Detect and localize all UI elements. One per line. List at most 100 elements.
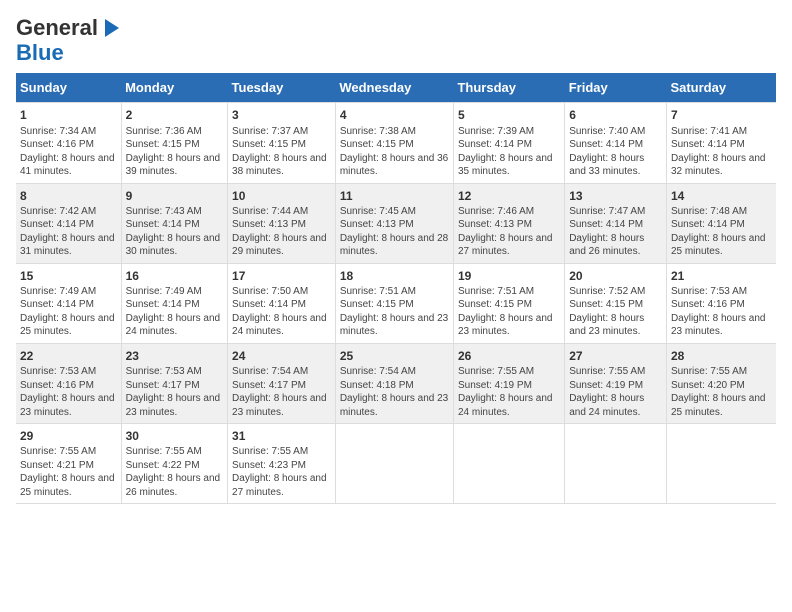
calendar-cell: 8Sunrise: 7:42 AMSunset: 4:14 PMDaylight… [16, 183, 121, 263]
calendar-cell [335, 424, 453, 504]
calendar-cell: 30Sunrise: 7:55 AMSunset: 4:22 PMDayligh… [121, 424, 227, 504]
logo: General Blue [16, 16, 121, 65]
calendar-cell: 10Sunrise: 7:44 AMSunset: 4:13 PMDayligh… [228, 183, 336, 263]
calendar-table: SundayMondayTuesdayWednesdayThursdayFrid… [16, 73, 776, 504]
day-info: Sunrise: 7:52 AMSunset: 4:15 PMDaylight:… [569, 285, 662, 339]
calendar-cell: 18Sunrise: 7:51 AMSunset: 4:15 PMDayligh… [335, 263, 453, 343]
calendar-header-row: SundayMondayTuesdayWednesdayThursdayFrid… [16, 73, 776, 103]
logo-text: General Blue [16, 16, 121, 65]
day-info: Sunrise: 7:47 AMSunset: 4:14 PMDaylight:… [569, 205, 662, 259]
day-number: 12 [458, 188, 560, 204]
day-number: 27 [569, 348, 662, 364]
day-info: Sunrise: 7:43 AMSunset: 4:14 PMDaylight:… [126, 205, 223, 259]
day-info: Sunrise: 7:50 AMSunset: 4:14 PMDaylight:… [232, 285, 331, 339]
day-info: Sunrise: 7:55 AMSunset: 4:19 PMDaylight:… [569, 365, 662, 419]
day-number: 17 [232, 268, 331, 284]
calendar-cell: 31Sunrise: 7:55 AMSunset: 4:23 PMDayligh… [228, 424, 336, 504]
day-number: 4 [340, 107, 449, 123]
day-number: 16 [126, 268, 223, 284]
logo-icon [99, 17, 121, 39]
calendar-week-row: 8Sunrise: 7:42 AMSunset: 4:14 PMDaylight… [16, 183, 776, 263]
page-header: General Blue [16, 16, 776, 65]
calendar-cell: 13Sunrise: 7:47 AMSunset: 4:14 PMDayligh… [565, 183, 667, 263]
day-number: 9 [126, 188, 223, 204]
calendar-cell: 9Sunrise: 7:43 AMSunset: 4:14 PMDaylight… [121, 183, 227, 263]
calendar-cell: 25Sunrise: 7:54 AMSunset: 4:18 PMDayligh… [335, 343, 453, 423]
day-number: 1 [20, 107, 117, 123]
day-number: 23 [126, 348, 223, 364]
calendar-cell: 2 Sunrise: 7:36 AMSunset: 4:15 PMDaylight… [121, 103, 227, 183]
day-info: Sunrise: 7:55 AMSunset: 4:19 PMDaylight:… [458, 365, 560, 419]
calendar-cell: 1Sunrise: 7:34 AMSunset: 4:16 PMDaylight… [16, 103, 121, 183]
calendar-cell: 22Sunrise: 7:53 AMSunset: 4:16 PMDayligh… [16, 343, 121, 423]
calendar-cell: 14Sunrise: 7:48 AMSunset: 4:14 PMDayligh… [666, 183, 776, 263]
calendar-cell: 7 Sunrise: 7:41 AMSunset: 4:14 PMDaylight… [666, 103, 776, 183]
calendar-week-row: 15Sunrise: 7:49 AMSunset: 4:14 PMDayligh… [16, 263, 776, 343]
day-info: Sunrise: 7:51 AMSunset: 4:15 PMDaylight:… [340, 285, 449, 339]
day-number: 15 [20, 268, 117, 284]
day-info: Sunrise: 7:54 AMSunset: 4:18 PMDaylight:… [340, 365, 449, 419]
day-number: 30 [126, 428, 223, 444]
calendar-cell: 15Sunrise: 7:49 AMSunset: 4:14 PMDayligh… [16, 263, 121, 343]
col-header-friday: Friday [565, 73, 667, 103]
calendar-week-row: 1Sunrise: 7:34 AMSunset: 4:16 PMDaylight… [16, 103, 776, 183]
day-info: Sunrise: 7:53 AMSunset: 4:16 PMDaylight:… [671, 285, 772, 339]
calendar-cell: 17Sunrise: 7:50 AMSunset: 4:14 PMDayligh… [228, 263, 336, 343]
day-number: 20 [569, 268, 662, 284]
day-info: Sunrise: 7:36 AMSunset: 4:15 PMDaylight:… [126, 125, 223, 179]
calendar-cell: 28Sunrise: 7:55 AMSunset: 4:20 PMDayligh… [666, 343, 776, 423]
day-number: 13 [569, 188, 662, 204]
day-info: Sunrise: 7:42 AMSunset: 4:14 PMDaylight:… [20, 205, 117, 259]
day-info: Sunrise: 7:45 AMSunset: 4:13 PMDaylight:… [340, 205, 449, 259]
calendar-cell: 23Sunrise: 7:53 AMSunset: 4:17 PMDayligh… [121, 343, 227, 423]
calendar-cell: 5 Sunrise: 7:39 AMSunset: 4:14 PMDaylight… [453, 103, 564, 183]
day-number: 11 [340, 188, 449, 204]
day-info: Sunrise: 7:44 AMSunset: 4:13 PMDaylight:… [232, 205, 331, 259]
calendar-week-row: 22Sunrise: 7:53 AMSunset: 4:16 PMDayligh… [16, 343, 776, 423]
day-info: Sunrise: 7:51 AMSunset: 4:15 PMDaylight:… [458, 285, 560, 339]
day-number: 2 [126, 107, 223, 123]
day-number: 10 [232, 188, 331, 204]
calendar-cell: 20Sunrise: 7:52 AMSunset: 4:15 PMDayligh… [565, 263, 667, 343]
day-number: 26 [458, 348, 560, 364]
day-info: Sunrise: 7:49 AMSunset: 4:14 PMDaylight:… [126, 285, 223, 339]
day-info: Sunrise: 7:49 AMSunset: 4:14 PMDaylight:… [20, 285, 117, 339]
day-number: 6 [569, 107, 662, 123]
calendar-cell: 12Sunrise: 7:46 AMSunset: 4:13 PMDayligh… [453, 183, 564, 263]
day-number: 7 [671, 107, 772, 123]
calendar-cell: 19Sunrise: 7:51 AMSunset: 4:15 PMDayligh… [453, 263, 564, 343]
day-info: Sunrise: 7:55 AMSunset: 4:22 PMDaylight:… [126, 445, 223, 499]
calendar-cell: 24Sunrise: 7:54 AMSunset: 4:17 PMDayligh… [228, 343, 336, 423]
calendar-cell [565, 424, 667, 504]
day-number: 25 [340, 348, 449, 364]
logo-blue: Blue [16, 40, 64, 65]
day-number: 3 [232, 107, 331, 123]
day-number: 14 [671, 188, 772, 204]
day-info: Sunrise: 7:39 AMSunset: 4:14 PMDaylight:… [458, 125, 560, 179]
col-header-sunday: Sunday [16, 73, 121, 103]
col-header-tuesday: Tuesday [228, 73, 336, 103]
logo-general: General [16, 15, 98, 40]
calendar-cell: 11Sunrise: 7:45 AMSunset: 4:13 PMDayligh… [335, 183, 453, 263]
day-info: Sunrise: 7:53 AMSunset: 4:16 PMDaylight:… [20, 365, 117, 419]
calendar-cell: 4 Sunrise: 7:38 AMSunset: 4:15 PMDaylight… [335, 103, 453, 183]
calendar-cell: 21Sunrise: 7:53 AMSunset: 4:16 PMDayligh… [666, 263, 776, 343]
day-info: Sunrise: 7:53 AMSunset: 4:17 PMDaylight:… [126, 365, 223, 419]
day-number: 22 [20, 348, 117, 364]
col-header-saturday: Saturday [666, 73, 776, 103]
day-number: 31 [232, 428, 331, 444]
day-info: Sunrise: 7:41 AMSunset: 4:14 PMDaylight:… [671, 125, 772, 179]
calendar-cell: 29Sunrise: 7:55 AMSunset: 4:21 PMDayligh… [16, 424, 121, 504]
calendar-week-row: 29Sunrise: 7:55 AMSunset: 4:21 PMDayligh… [16, 424, 776, 504]
calendar-cell: 16Sunrise: 7:49 AMSunset: 4:14 PMDayligh… [121, 263, 227, 343]
day-info: Sunrise: 7:55 AMSunset: 4:20 PMDaylight:… [671, 365, 772, 419]
day-number: 5 [458, 107, 560, 123]
day-info: Sunrise: 7:38 AMSunset: 4:15 PMDaylight:… [340, 125, 449, 179]
calendar-cell [453, 424, 564, 504]
day-number: 24 [232, 348, 331, 364]
day-info: Sunrise: 7:54 AMSunset: 4:17 PMDaylight:… [232, 365, 331, 419]
day-info: Sunrise: 7:48 AMSunset: 4:14 PMDaylight:… [671, 205, 772, 259]
day-info: Sunrise: 7:37 AMSunset: 4:15 PMDaylight:… [232, 125, 331, 179]
day-number: 29 [20, 428, 117, 444]
day-info: Sunrise: 7:55 AMSunset: 4:23 PMDaylight:… [232, 445, 331, 499]
